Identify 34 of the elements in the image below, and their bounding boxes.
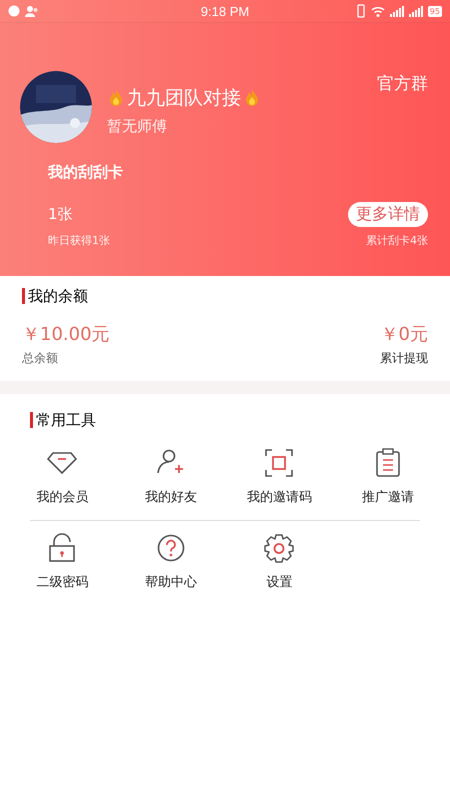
withdrawn-amount: ￥0元: [380, 323, 428, 346]
wifi-icon: [370, 5, 385, 17]
more-details-button[interactable]: 更多详情: [348, 202, 428, 227]
qr-frame-icon: [264, 448, 294, 478]
signal-icon: [390, 5, 404, 17]
contacts-icon: [25, 5, 39, 17]
help-icon: [156, 533, 186, 563]
section-title: 常用工具: [30, 412, 442, 428]
tool-item[interactable]: 设置: [225, 533, 334, 591]
total-count: 累计刮卡4张: [366, 233, 428, 248]
section-title: 我的刮刮卡: [48, 163, 124, 182]
fire-icon: [243, 88, 261, 108]
lock-icon: [47, 533, 78, 563]
profile-name: 九九团队对接: [127, 86, 241, 111]
fire-icon: [107, 88, 125, 108]
tool-item[interactable]: 我的邀请码: [225, 448, 334, 506]
withdrawn-label: 累计提现: [380, 350, 428, 367]
settings-icon: [264, 533, 294, 563]
tool-item[interactable]: 帮助中心: [116, 533, 225, 591]
mentor-status: 暂无师傅: [107, 117, 168, 136]
tool-item[interactable]: 二级密码: [8, 533, 116, 591]
balance-amount: ￥10.00元: [22, 323, 110, 346]
vibrate-icon: [356, 4, 366, 18]
card-count: 1张: [48, 205, 73, 224]
battery-level: 95: [428, 6, 442, 16]
yesterday-count: 昨日获得1张: [48, 233, 110, 248]
clock: 9:18 PM: [200, 4, 250, 18]
tool-item[interactable]: 我的好友: [116, 448, 225, 506]
tool-item[interactable]: 我的会员: [8, 448, 116, 506]
section-title: 我的余额: [22, 288, 428, 304]
signal-icon: [408, 5, 423, 17]
notification-icon: [8, 5, 20, 17]
tool-item[interactable]: 推广邀请: [334, 448, 442, 506]
balance-label: 总余额: [22, 350, 59, 367]
